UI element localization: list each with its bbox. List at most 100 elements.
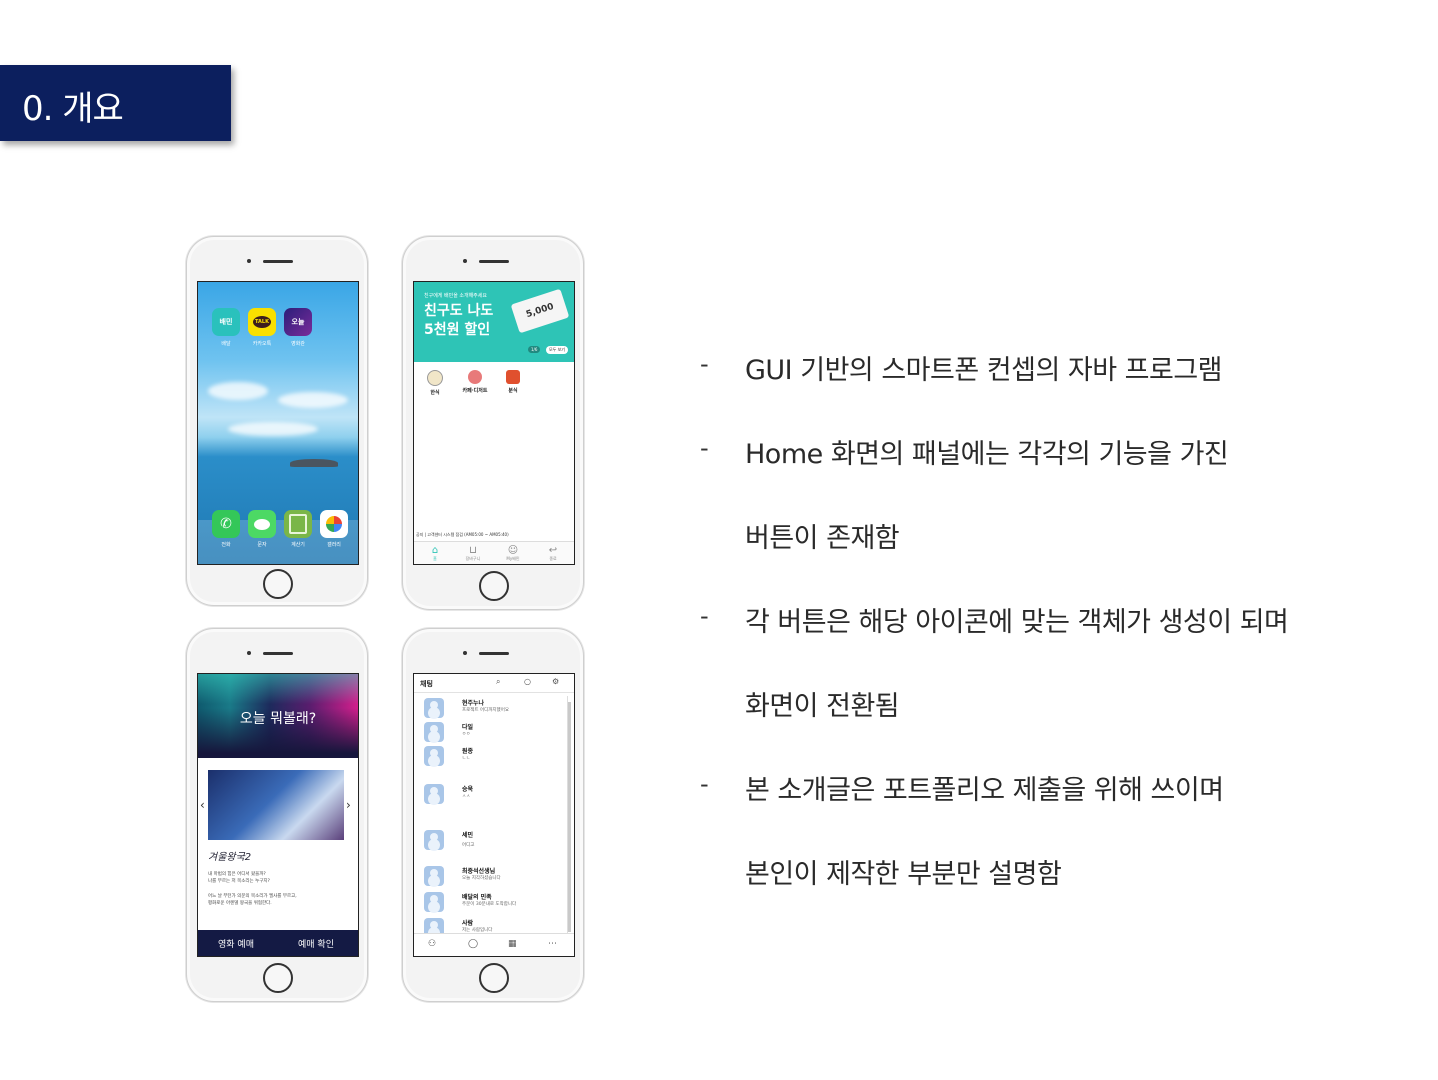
- cart-icon: ⊔: [469, 545, 477, 556]
- chat-screen: 채팅 ⌕ ○ ⚙ 현주누나 프로젝트 어디까지했어요 다일 ㅇㅇ 원종 ㄴㄴ 승…: [413, 673, 575, 957]
- movie-desc-4: 평화로운 아렌델 왕국을 위협한다.: [208, 901, 272, 906]
- message-app-label: 문자: [257, 542, 267, 548]
- home-screen: 배민 배달 TALK 카카오톡 오늘 영화관 ✆ 전화 문자 계산기 갤러리: [197, 281, 359, 565]
- bullet-2-line-2: 버튼이 존재함: [745, 523, 900, 554]
- home-icon: ⌂: [431, 545, 439, 556]
- phone-home: 배민 배달 TALK 카카오톡 오늘 영화관 ✆ 전화 문자 계산기 갤러리: [186, 236, 368, 606]
- home-button[interactable]: [479, 963, 509, 993]
- chat-header: 채팅 ⌕ ○ ⚙: [414, 674, 574, 693]
- tab-exit[interactable]: ↩ 종료: [538, 545, 568, 562]
- list-item[interactable]: 원종 ㄴㄴ: [424, 744, 564, 766]
- bottom-tab-bar: ⌂ 홈 ⊔ 장바구니 ☺ My배민 ↩ 종료: [414, 541, 574, 564]
- tab-home[interactable]: ⌂ 홈: [420, 545, 450, 562]
- movie-app-label: 영화관: [291, 341, 305, 347]
- category-korean[interactable]: 한식: [420, 370, 450, 396]
- slide-title: 0. 개요: [22, 89, 124, 129]
- chat-tab-bar: ⚇ ◯ ▦ ⋯: [414, 933, 574, 956]
- bullet-3-line-1: 각 버튼은 해당 아이콘에 맞는 객체가 생성이 되며: [745, 607, 1289, 638]
- list-item[interactable]: 최중석선생님 오늘 지각하셨습니다: [424, 864, 564, 886]
- home-button[interactable]: [479, 571, 509, 601]
- phone-chat: 채팅 ⌕ ○ ⚙ 현주누나 프로젝트 어디까지했어요 다일 ㅇㅇ 원종 ㄴㄴ 승…: [402, 628, 584, 1002]
- prev-arrow-icon[interactable]: ‹: [200, 798, 205, 812]
- chat-icon[interactable]: ◯: [468, 939, 478, 949]
- baemin-app-icon[interactable]: 배민: [212, 308, 240, 336]
- bullet-dash-1: -: [700, 350, 709, 378]
- phone-app-icon[interactable]: ✆: [212, 510, 240, 538]
- search-icon[interactable]: ⌕: [496, 677, 500, 687]
- new-chat-icon[interactable]: ○: [524, 677, 531, 686]
- movie-title: 겨울왕국2: [208, 852, 252, 863]
- tab-cart[interactable]: ⊔ 장바구니: [458, 545, 488, 562]
- avatar: [424, 866, 444, 886]
- phone-delivery: 친구에게 배민을 소개해주세요 친구도 나도 5천원 할인 5,000 1/6 …: [402, 236, 584, 610]
- list-item[interactable]: 배달의 민족 주문이 30분내로 도착합니다: [424, 890, 564, 912]
- category-snack[interactable]: 분식: [498, 370, 528, 394]
- baemin-app-label: 배달: [221, 341, 231, 347]
- calculator-app-label: 계산기: [291, 542, 305, 548]
- home-button[interactable]: [263, 963, 293, 993]
- category-cafe-dessert[interactable]: 카페·디저트: [460, 370, 490, 394]
- coupon-image: 5,000: [510, 288, 570, 334]
- avatar: [424, 892, 444, 912]
- avatar: [424, 698, 444, 718]
- movie-screen: 오늘 뭐볼래? ‹ › 겨울왕국2 내 마법의 힘은 어디서 왔을까? 나를 부…: [197, 673, 359, 957]
- kakaotalk-app-icon[interactable]: TALK: [248, 308, 276, 336]
- chat-title: 채팅: [420, 680, 433, 688]
- movie-desc-1: 내 마법의 힘은 어디서 왔을까?: [208, 872, 266, 877]
- gear-icon[interactable]: ⚙: [552, 677, 559, 686]
- promo-banner[interactable]: 친구에게 배민을 소개해주세요 친구도 나도 5천원 할인 5,000 1/6 …: [414, 282, 574, 362]
- phone-sensor: [247, 259, 251, 263]
- bullet-4-line-2: 본인이 제작한 부분만 설명함: [745, 859, 1062, 890]
- kakaotalk-app-label: 카카오톡: [252, 341, 272, 347]
- list-item[interactable]: 세민 어디고: [424, 828, 564, 850]
- banner-pager: 1/6: [528, 346, 541, 353]
- avatar: [424, 830, 444, 850]
- list-item[interactable]: 현주누나 프로젝트 어디까지했어요: [424, 696, 564, 718]
- movie-desc-3: 어느 날 부턴가 의문의 목소리가 엘사를 부르고,: [208, 894, 297, 899]
- bullet-dash-4: -: [700, 770, 709, 798]
- delivery-screen: 친구에게 배민을 소개해주세요 친구도 나도 5천원 할인 5,000 1/6 …: [413, 281, 575, 565]
- phone-speaker: [479, 652, 509, 655]
- gallery-app-label: 갤러리: [327, 542, 341, 548]
- return-icon: ↩: [548, 545, 558, 556]
- phone-sensor: [247, 651, 251, 655]
- check-booking-button[interactable]: 예매 확인: [298, 937, 334, 950]
- avatar: [424, 722, 444, 742]
- home-button[interactable]: [263, 569, 293, 599]
- bullet-dash-3: -: [700, 602, 709, 630]
- chat-scrollbar[interactable]: [567, 696, 572, 940]
- phone-sensor: [463, 259, 467, 263]
- notice-text: 공지 | 고객센터 시스템 점검 (AM05:00 ~ AM05:40): [416, 532, 509, 537]
- avatar: [424, 784, 444, 804]
- island: [290, 459, 338, 467]
- movie-header: 오늘 뭐볼래?: [198, 674, 358, 758]
- phone-speaker: [263, 260, 293, 263]
- bullet-4-line-1: 본 소개글은 포트폴리오 제출을 위해 쓰이며: [745, 775, 1224, 806]
- list-item[interactable]: 승욱 ㅅㅅ: [424, 782, 564, 804]
- movie-header-title: 오늘 뭐볼래?: [239, 711, 317, 727]
- book-movie-button[interactable]: 영화 예매: [218, 937, 254, 950]
- next-arrow-icon[interactable]: ›: [346, 798, 351, 812]
- news-icon[interactable]: ▦: [508, 939, 517, 949]
- banner-subtitle: 친구에게 배민을 소개해주세요: [424, 293, 487, 299]
- avatar: [424, 746, 444, 766]
- gallery-app-icon[interactable]: [320, 510, 348, 538]
- tab-my[interactable]: ☺ My배민: [498, 545, 528, 562]
- movie-bottom-bar: 영화 예매 예매 확인: [198, 930, 358, 956]
- banner-view-all[interactable]: 모두 보기: [546, 346, 568, 354]
- bullet-1-line-1: GUI 기반의 스마트폰 컨셉의 자바 프로그램: [745, 355, 1223, 386]
- movie-desc-2: 나를 부르는 저 목소리는 누구지?: [208, 879, 270, 884]
- phone-app-label: 전화: [221, 542, 231, 548]
- calculator-app-icon[interactable]: [284, 510, 312, 538]
- more-icon[interactable]: ⋯: [548, 939, 557, 949]
- message-app-icon[interactable]: [248, 510, 276, 538]
- phone-sensor: [463, 651, 467, 655]
- banner-title: 친구도 나도 5천원 할인: [424, 303, 494, 338]
- list-item[interactable]: 다일 ㅇㅇ: [424, 720, 564, 742]
- smile-icon: ☺: [507, 545, 519, 556]
- person-icon[interactable]: ⚇: [428, 939, 436, 949]
- phone-movie: 오늘 뭐볼래? ‹ › 겨울왕국2 내 마법의 힘은 어디서 왔을까? 나를 부…: [186, 628, 368, 1002]
- slide-title-box: 0. 개요: [0, 65, 231, 141]
- bullet-3-line-2: 화면이 전환됨: [745, 691, 900, 722]
- movie-app-icon[interactable]: 오늘: [284, 308, 312, 336]
